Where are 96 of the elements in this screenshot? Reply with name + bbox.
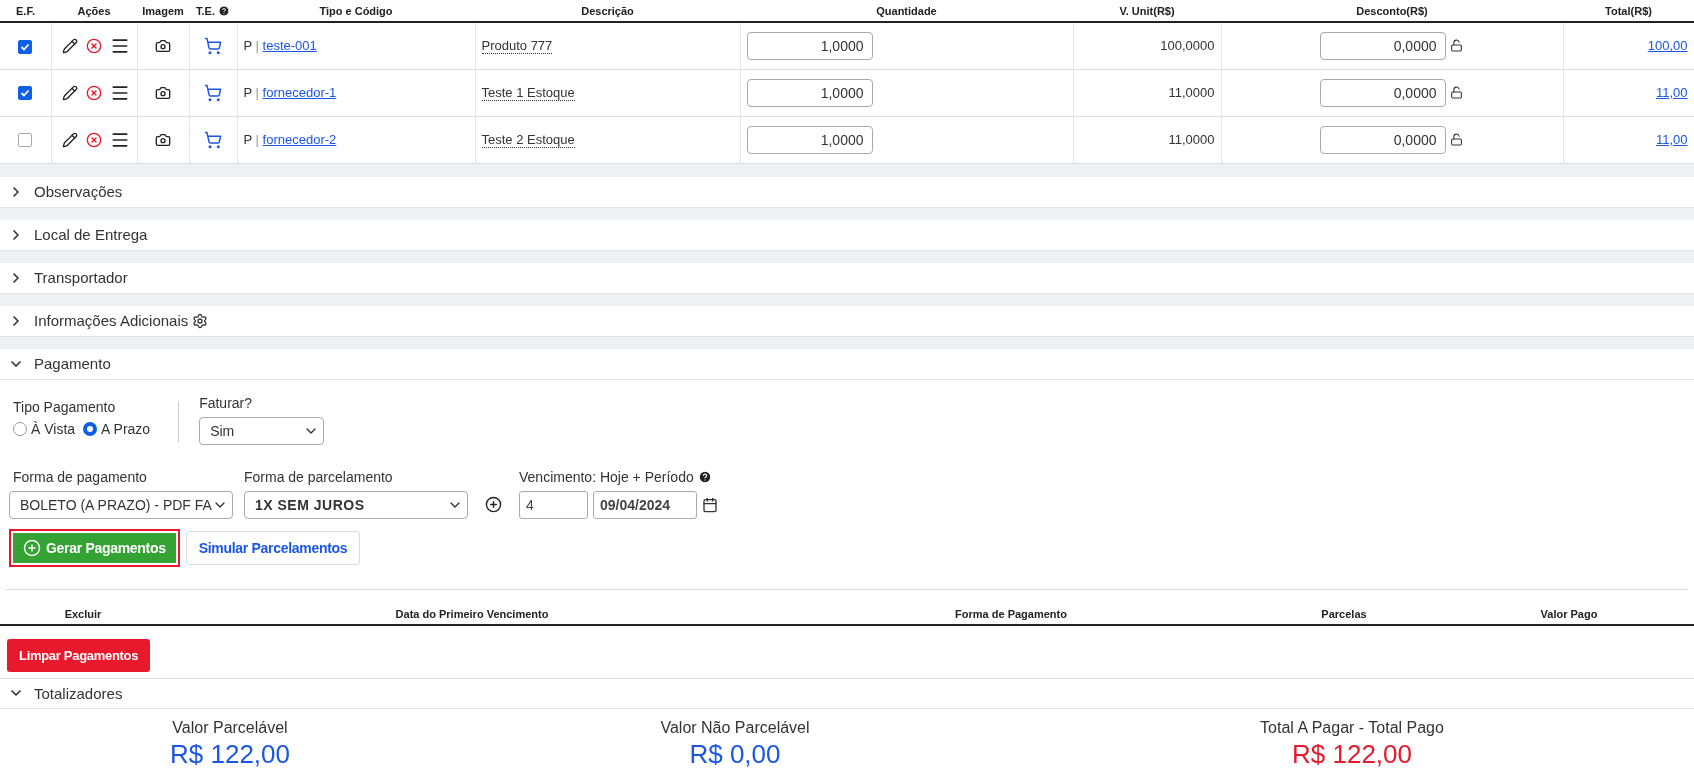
section-header[interactable]: Local de Entrega <box>0 219 1694 251</box>
quantity-field[interactable]: 1,0000 <box>746 31 873 60</box>
separator: | <box>255 132 259 147</box>
section-title: Pagamento <box>34 355 111 372</box>
payment-method-select[interactable]: BOLETO (A PRAZO) - PDF FA <box>9 490 233 519</box>
product-type: P <box>243 38 252 54</box>
simulate-installments-button[interactable]: Simular Parcelamentos <box>185 530 361 565</box>
column-header: Data do Primeiro Vencimento <box>394 607 550 620</box>
unit-value: 11,0000 <box>1168 132 1215 147</box>
settings-icon[interactable] <box>192 312 209 329</box>
lock-open-icon[interactable] <box>1449 39 1463 53</box>
invoice-select[interactable]: Sim <box>199 416 325 445</box>
edit-icon[interactable] <box>61 84 78 101</box>
total-value: R$ 122,00 <box>170 738 290 770</box>
total-label: Valor Parcelável <box>172 718 288 737</box>
section-header[interactable]: Totalizadores <box>0 677 1694 709</box>
remove-icon[interactable] <box>85 84 102 101</box>
row-checkbox[interactable] <box>18 86 33 101</box>
help-icon[interactable] <box>697 469 712 484</box>
field-label: Forma de pagamento <box>12 468 148 485</box>
separator: | <box>255 85 259 100</box>
help-icon[interactable] <box>218 4 230 17</box>
column-header: Forma de Pagamento <box>954 607 1068 620</box>
cart-icon[interactable] <box>204 83 222 102</box>
camera-icon[interactable] <box>155 38 171 55</box>
total-label: Valor Não Parcelável <box>660 718 810 737</box>
quantity-field[interactable]: 1,0000 <box>746 78 873 107</box>
cart-icon[interactable] <box>204 130 222 149</box>
section-title: Totalizadores <box>34 684 123 702</box>
column-header: Ações <box>51 0 137 22</box>
date-field[interactable]: 09/04/2024 <box>593 490 697 519</box>
section-header[interactable]: Observações <box>0 176 1694 208</box>
row-checkbox[interactable] <box>18 39 33 54</box>
unit-value: 11,0000 <box>1168 85 1215 100</box>
total-label: Total A Pagar - Total Pago <box>1260 718 1444 737</box>
column-header: Desconto(R$) <box>1221 0 1563 22</box>
separator: | <box>255 38 259 54</box>
radio-option[interactable]: À Vista <box>13 420 76 437</box>
section-title: Observações <box>34 183 123 200</box>
field-label: Tipo Pagamento <box>13 398 117 415</box>
discount-field[interactable]: 0,0000 <box>1319 78 1446 107</box>
column-header: Total(R$) <box>1563 0 1694 22</box>
section-title: Transportador <box>34 269 128 286</box>
column-header: E.F. <box>0 0 51 22</box>
column-header: Excluir <box>63 607 103 620</box>
field-label: Faturar? <box>199 394 254 411</box>
check-icon <box>20 88 31 99</box>
remove-icon[interactable] <box>85 131 102 148</box>
product-code-link[interactable]: fornecedor-2 <box>262 132 337 147</box>
calendar-icon[interactable] <box>702 496 718 513</box>
installment-select[interactable]: 1X SEM JUROS <box>244 490 468 519</box>
section-header[interactable]: Pagamento <box>0 348 1694 380</box>
row-checkbox[interactable] <box>18 133 33 148</box>
camera-icon[interactable] <box>155 131 171 148</box>
clear-payments-button[interactable]: Limpar Pagamentos <box>7 638 151 672</box>
lock-open-icon[interactable] <box>1449 133 1463 146</box>
lock-open-icon[interactable] <box>1449 86 1463 99</box>
column-header: Valor Pago <box>1539 607 1599 620</box>
remove-icon[interactable] <box>85 37 102 54</box>
product-type: P <box>243 85 252 100</box>
section-title: Local de Entrega <box>34 226 148 243</box>
section-header[interactable]: Informações Adicionais <box>0 305 1694 337</box>
column-header: Descrição <box>475 0 740 22</box>
product-code-link[interactable]: teste-001 <box>262 38 317 54</box>
total-link[interactable]: 100,00 <box>1647 38 1688 54</box>
column-header: Parcelas <box>1320 607 1368 620</box>
unit-value: 100,0000 <box>1160 38 1215 54</box>
edit-icon[interactable] <box>61 37 78 54</box>
discount-field[interactable]: 0,0000 <box>1319 125 1446 154</box>
total-link[interactable]: 11,00 <box>1655 132 1688 147</box>
section-title: Informações Adicionais <box>34 312 189 329</box>
camera-icon[interactable] <box>155 84 171 101</box>
total-link[interactable]: 11,00 <box>1655 85 1688 100</box>
column-header: V. Unit(R$) <box>1073 0 1221 22</box>
product-description: Teste 1 Estoque <box>481 85 575 101</box>
product-code-link[interactable]: fornecedor-1 <box>262 85 337 100</box>
column-header: Tipo e Código <box>237 0 475 22</box>
cart-icon[interactable] <box>204 36 222 55</box>
total-value: R$ 122,00 <box>1292 738 1412 770</box>
product-description: Teste 2 Estoque <box>481 132 575 148</box>
radio-option[interactable]: A Prazo <box>83 420 151 437</box>
section-header[interactable]: Transportador <box>0 262 1694 294</box>
column-header: Quantidade <box>740 0 1073 22</box>
edit-icon[interactable] <box>61 131 78 148</box>
product-type: P <box>243 132 252 147</box>
total-value: R$ 0,00 <box>689 738 781 770</box>
discount-field[interactable]: 0,0000 <box>1319 31 1446 60</box>
column-header: T.E. <box>189 0 237 22</box>
days-field[interactable]: 4 <box>519 490 588 519</box>
check-icon <box>20 41 31 52</box>
column-header: Imagem <box>137 0 189 22</box>
quantity-field[interactable]: 1,0000 <box>746 125 873 154</box>
due-date-label: Vencimento: Hoje + Período <box>519 468 694 485</box>
field-label: Forma de parcelamento <box>244 468 394 485</box>
product-description: Produto 777 <box>481 38 553 55</box>
plus-icon <box>23 538 41 557</box>
